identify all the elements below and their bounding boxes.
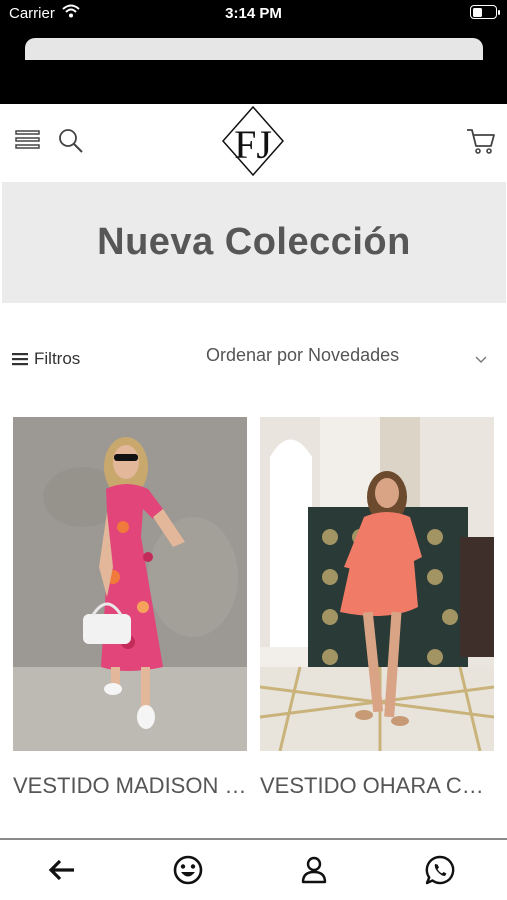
filters-label: Filtros: [34, 349, 81, 368]
back-arrow-icon[interactable]: [46, 854, 78, 886]
product-image[interactable]: [13, 417, 247, 751]
clock: 3:14 PM: [225, 5, 282, 22]
status-bar: Carrier 3:14 PM: [0, 0, 507, 104]
cart-icon[interactable]: [466, 126, 496, 156]
product-card[interactable]: VESTIDO OHARA CORAL: [260, 417, 494, 799]
url-bar[interactable]: [25, 38, 483, 60]
product-name[interactable]: VESTIDO MADISON FLORAL ROSA: [13, 773, 247, 799]
brand-logo[interactable]: FJ: [221, 106, 285, 180]
whatsapp-icon[interactable]: [424, 854, 456, 886]
product-name[interactable]: VESTIDO OHARA CORAL: [260, 773, 494, 799]
page-title: Nueva Colección: [97, 221, 411, 263]
user-icon[interactable]: [298, 854, 330, 886]
logo-lettering: FJ: [234, 122, 272, 167]
screen: Carrier 3:14 PM FJ Nueva Colección Filtr…: [0, 0, 507, 900]
battery-icon: [470, 5, 500, 19]
filter-list-icon: [12, 353, 28, 366]
product-card[interactable]: VESTIDO MADISON FLORAL ROSA: [13, 417, 247, 799]
product-image[interactable]: [260, 417, 494, 751]
sort-label: Ordenar por Novedades: [206, 345, 400, 365]
bottom-nav: [0, 838, 507, 900]
menu-icon[interactable]: [15, 128, 41, 152]
search-icon[interactable]: [58, 128, 84, 154]
filters-button[interactable]: Filtros: [12, 349, 80, 369]
smiley-icon[interactable]: [172, 854, 204, 886]
sort-select[interactable]: Ordenar por Novedades: [206, 345, 496, 373]
chevron-down-icon: [475, 356, 487, 363]
collection-banner: Nueva Colección: [2, 182, 506, 303]
